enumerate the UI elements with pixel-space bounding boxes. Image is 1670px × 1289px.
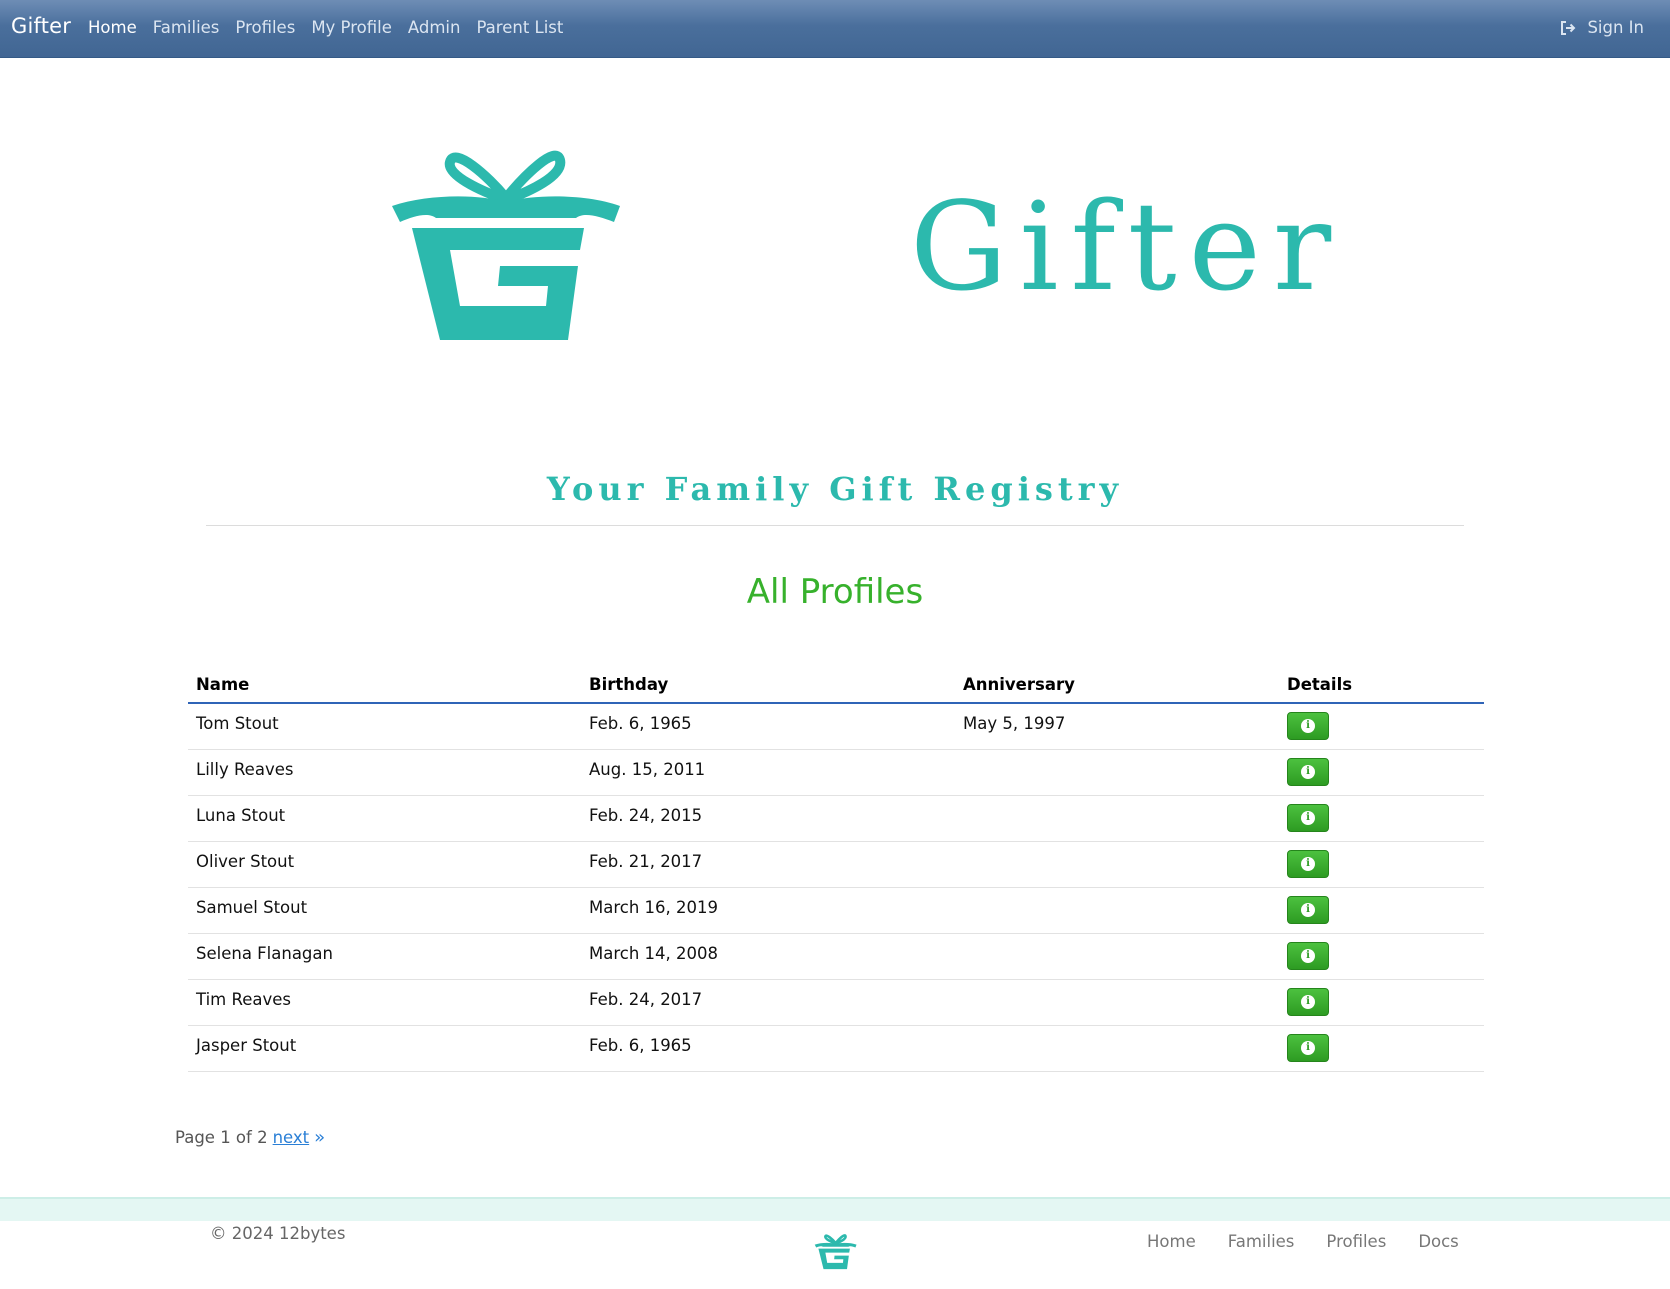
header-anniversary: Anniversary: [955, 663, 1279, 704]
cell-anniversary: [955, 979, 1279, 1026]
cell-birthday: Aug. 15, 2011: [581, 749, 955, 796]
info-icon: i: [1301, 1040, 1315, 1055]
table-row: Luna Stout Feb. 24, 2015 i: [188, 795, 1484, 842]
next-page-link[interactable]: next: [273, 1128, 310, 1147]
cell-anniversary: [955, 933, 1279, 980]
cell-details: i: [1279, 933, 1484, 980]
cell-anniversary: May 5, 1997: [955, 703, 1279, 750]
cell-name: Jasper Stout: [188, 1025, 581, 1072]
cell-anniversary: [955, 841, 1279, 888]
cell-name: Oliver Stout: [188, 841, 581, 888]
details-button[interactable]: i: [1287, 895, 1329, 924]
info-icon: i: [1301, 994, 1315, 1009]
table-row: Lilly Reaves Aug. 15, 2011 i: [188, 749, 1484, 796]
cell-name: Luna Stout: [188, 795, 581, 842]
footer-copyright: © 2024 12bytes: [210, 1224, 346, 1243]
info-icon: i: [1301, 948, 1315, 963]
double-chevron-right-icon[interactable]: »: [314, 1127, 325, 1148]
sign-in-icon: [1561, 20, 1576, 35]
details-button[interactable]: i: [1287, 757, 1329, 786]
top-navbar: Gifter Home Families Profiles My Profile…: [0, 0, 1670, 58]
info-icon: i: [1301, 764, 1315, 779]
cell-name: Lilly Reaves: [188, 749, 581, 796]
details-button[interactable]: i: [1287, 849, 1329, 878]
table-row: Samuel Stout March 16, 2019 i: [188, 887, 1484, 934]
details-button[interactable]: i: [1287, 987, 1329, 1016]
pagination: Page 1 of 2 next »: [175, 1127, 325, 1148]
footer-band: [0, 1197, 1670, 1221]
cell-name: Tom Stout: [188, 703, 581, 750]
cell-details: i: [1279, 703, 1484, 750]
footer-gift-logo-icon[interactable]: [814, 1231, 858, 1271]
hero-divider: [206, 525, 1464, 526]
info-icon: i: [1301, 902, 1315, 917]
table-row: Tim Reaves Feb. 24, 2017 i: [188, 979, 1484, 1026]
cell-name: Samuel Stout: [188, 887, 581, 934]
sign-in-label: Sign In: [1587, 18, 1644, 37]
nav-profiles[interactable]: Profiles: [235, 18, 295, 37]
cell-details: i: [1279, 749, 1484, 796]
navbar-brand[interactable]: Gifter: [11, 14, 71, 38]
info-icon: i: [1301, 856, 1315, 871]
footer-link-docs[interactable]: Docs: [1418, 1232, 1458, 1251]
table-row: Selena Flanagan March 14, 2008 i: [188, 933, 1484, 980]
table-row: Oliver Stout Feb. 21, 2017 i: [188, 841, 1484, 888]
nav-links: Home Families Profiles My Profile Admin …: [88, 18, 579, 37]
details-button[interactable]: i: [1287, 712, 1329, 740]
header-name: Name: [188, 663, 581, 704]
pagination-status: Page 1 of 2: [175, 1128, 268, 1147]
page-title: All Profiles: [746, 572, 924, 612]
cell-birthday: Feb. 6, 1965: [581, 1025, 955, 1072]
cell-anniversary: [955, 795, 1279, 842]
header-birthday: Birthday: [581, 663, 955, 704]
details-button[interactable]: i: [1287, 1033, 1329, 1062]
footer-link-home[interactable]: Home: [1147, 1232, 1196, 1251]
footer-links: Home Families Profiles Docs: [1147, 1232, 1491, 1251]
info-icon: i: [1301, 719, 1315, 733]
sign-in-link[interactable]: Sign In: [1560, 18, 1644, 37]
hero-tagline: Your Family Gift Registry: [546, 470, 1124, 508]
nav-parent-list[interactable]: Parent List: [476, 18, 563, 37]
profiles-table: Name Birthday Anniversary Details Tom St…: [188, 663, 1484, 1072]
cell-birthday: Feb. 21, 2017: [581, 841, 955, 888]
cell-anniversary: [955, 1025, 1279, 1072]
cell-details: i: [1279, 979, 1484, 1026]
cell-details: i: [1279, 1025, 1484, 1072]
table-header-row: Name Birthday Anniversary Details: [188, 663, 1484, 704]
nav-admin[interactable]: Admin: [408, 18, 461, 37]
cell-details: i: [1279, 841, 1484, 888]
details-button[interactable]: i: [1287, 803, 1329, 832]
table-row: Jasper Stout Feb. 6, 1965 i: [188, 1025, 1484, 1072]
cell-birthday: Feb. 24, 2015: [581, 795, 955, 842]
cell-birthday: Feb. 24, 2017: [581, 979, 955, 1026]
nav-families[interactable]: Families: [153, 18, 220, 37]
cell-birthday: Feb. 6, 1965: [581, 703, 955, 750]
cell-details: i: [1279, 795, 1484, 842]
gift-logo-icon: [392, 150, 620, 340]
cell-name: Tim Reaves: [188, 979, 581, 1026]
cell-name: Selena Flanagan: [188, 933, 581, 980]
table-row: Tom Stout Feb. 6, 1965 May 5, 1997 i: [188, 703, 1484, 750]
cell-birthday: March 16, 2019: [581, 887, 955, 934]
hero-wordmark: Gifter: [910, 176, 1344, 318]
details-button[interactable]: i: [1287, 941, 1329, 970]
cell-anniversary: [955, 887, 1279, 934]
cell-birthday: March 14, 2008: [581, 933, 955, 980]
nav-my-profile[interactable]: My Profile: [311, 18, 392, 37]
info-icon: i: [1301, 810, 1315, 825]
nav-home[interactable]: Home: [88, 18, 137, 37]
cell-anniversary: [955, 749, 1279, 796]
footer-link-families[interactable]: Families: [1228, 1232, 1295, 1251]
cell-details: i: [1279, 887, 1484, 934]
footer-link-profiles[interactable]: Profiles: [1326, 1232, 1386, 1251]
header-details: Details: [1279, 663, 1484, 704]
